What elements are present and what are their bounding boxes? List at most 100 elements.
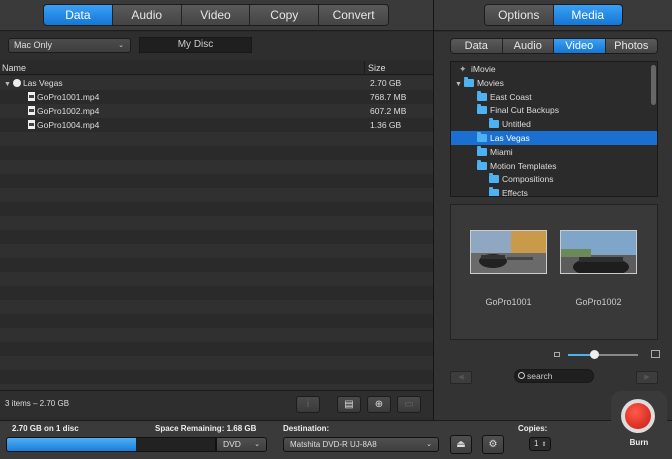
motorcycle-street-image bbox=[471, 231, 546, 273]
media-type-tabs: Data Audio Video Photos bbox=[450, 38, 658, 54]
folder-icon bbox=[477, 90, 487, 101]
gear-icon: ⚙ bbox=[488, 439, 498, 450]
file-list: ▼ Las Vegas 2.70 GB GoPro1001.mp4 768.7 M… bbox=[0, 76, 433, 390]
file-name: Las Vegas bbox=[22, 78, 63, 88]
table-row[interactable]: GoPro1002.mp4 607.2 MB bbox=[0, 104, 433, 118]
media-search-field[interactable]: search bbox=[514, 369, 594, 383]
empty-row bbox=[0, 328, 433, 342]
tree-item-label: iMovie bbox=[471, 64, 496, 74]
motorcycle-highway-image bbox=[561, 231, 636, 273]
next-button[interactable]: ▶ bbox=[636, 371, 658, 384]
new-folder-button[interactable]: ▤ bbox=[337, 396, 361, 413]
chevron-down-icon: ⌄ bbox=[254, 441, 260, 448]
media-tab-data[interactable]: Data bbox=[451, 39, 503, 53]
file-size: 1.36 GB bbox=[370, 120, 402, 130]
copies-value: 1 bbox=[534, 439, 539, 448]
tab-copy[interactable]: Copy bbox=[250, 5, 320, 25]
scrollbar-thumb[interactable] bbox=[651, 65, 656, 105]
folder-icon bbox=[463, 76, 474, 87]
table-row[interactable]: ▼ Las Vegas 2.70 GB bbox=[0, 76, 433, 90]
file-size: 2.70 GB bbox=[370, 78, 402, 88]
eject-button[interactable]: ⏏ bbox=[450, 435, 472, 454]
media-tab-photos[interactable]: Photos bbox=[605, 39, 657, 53]
space-remaining-label: Space Remaining: 1.68 GB bbox=[155, 424, 257, 433]
tree-item-final-cut-backups[interactable]: Final Cut Backups bbox=[451, 103, 657, 117]
video-thumbnail[interactable] bbox=[470, 230, 547, 274]
column-header-size[interactable]: Size bbox=[368, 63, 386, 73]
media-tab-video[interactable]: Video bbox=[554, 39, 606, 53]
file-list-footer: 3 items – 2.70 GB i ▤ ⊕ ▭ bbox=[0, 390, 433, 418]
folder-icon bbox=[477, 145, 487, 156]
empty-row bbox=[0, 342, 433, 356]
remove-file-button[interactable]: ▭ bbox=[397, 396, 421, 413]
tab-audio[interactable]: Audio bbox=[112, 5, 182, 25]
file-size: 768.7 MB bbox=[370, 92, 407, 102]
burn-label: Burn bbox=[629, 438, 649, 447]
column-divider bbox=[364, 61, 365, 75]
tree-item-imovie[interactable]: ✦ iMovie bbox=[451, 62, 657, 76]
file-list-header: Name Size bbox=[0, 61, 433, 75]
disc-type-select[interactable]: DVD ⌄ bbox=[216, 437, 267, 452]
tree-item-untitled[interactable]: Untitled bbox=[451, 117, 657, 131]
small-thumbnail-icon bbox=[554, 352, 560, 357]
file-name: GoPro1004.mp4 bbox=[37, 120, 100, 130]
thumbnail-size-slider[interactable] bbox=[552, 350, 662, 360]
large-thumbnail-icon bbox=[651, 350, 660, 358]
copies-stepper[interactable]: 1 ⇕ bbox=[529, 437, 551, 451]
disc-name-field[interactable]: My Disc bbox=[139, 37, 252, 53]
tab-data[interactable]: Data bbox=[44, 5, 113, 25]
empty-row bbox=[0, 286, 433, 300]
item-count-status: 3 items – 2.70 GB bbox=[5, 399, 70, 408]
empty-row bbox=[0, 356, 433, 370]
tree-item-effects[interactable]: Effects bbox=[451, 186, 657, 196]
disclosure-triangle-icon[interactable]: ▼ bbox=[4, 81, 11, 88]
destination-label: Destination: bbox=[283, 424, 330, 433]
format-select[interactable]: Mac Only ⌄ bbox=[8, 38, 131, 53]
settings-button[interactable]: ⚙ bbox=[482, 435, 504, 454]
tree-item-label: East Coast bbox=[490, 91, 532, 102]
empty-row bbox=[0, 146, 433, 160]
media-preview-grid: GoPro1001 GoPro1002 bbox=[450, 204, 658, 340]
tree-item-las-vegas[interactable]: Las Vegas bbox=[451, 130, 657, 145]
copies-label: Copies: bbox=[518, 424, 548, 433]
empty-row bbox=[0, 230, 433, 244]
file-size: 607.2 MB bbox=[370, 106, 407, 116]
stepper-arrows-icon: ⇕ bbox=[541, 442, 547, 448]
tab-video[interactable]: Video bbox=[181, 5, 251, 25]
table-row[interactable]: GoPro1001.mp4 768.7 MB bbox=[0, 90, 433, 104]
tab-media[interactable]: Media bbox=[553, 5, 622, 25]
table-row[interactable]: GoPro1004.mp4 1.36 GB bbox=[0, 118, 433, 132]
empty-row bbox=[0, 314, 433, 328]
tab-options[interactable]: Options bbox=[485, 5, 554, 25]
destination-select[interactable]: Matshita DVD-R UJ-8A8 ⌄ bbox=[283, 437, 439, 452]
empty-row bbox=[0, 216, 433, 230]
folder-icon bbox=[489, 173, 499, 184]
tree-scrollbar[interactable] bbox=[651, 63, 656, 193]
format-select-value: Mac Only bbox=[14, 40, 53, 50]
top-toolbar: Data Audio Video Copy Convert Options Me… bbox=[0, 0, 672, 31]
info-button[interactable]: i bbox=[296, 396, 320, 413]
slider-knob[interactable] bbox=[590, 350, 599, 359]
tab-convert[interactable]: Convert bbox=[319, 5, 388, 25]
tree-item-label: Motion Templates bbox=[490, 160, 557, 171]
add-file-icon: ⊕ bbox=[374, 399, 384, 410]
media-tab-audio[interactable]: Audio bbox=[502, 39, 554, 53]
tree-item-movies[interactable]: ▼ Movies bbox=[451, 76, 657, 90]
empty-row bbox=[0, 300, 433, 314]
search-icon bbox=[518, 372, 525, 379]
video-thumbnail[interactable] bbox=[560, 230, 637, 274]
previous-button[interactable]: ◀ bbox=[450, 371, 472, 384]
empty-row bbox=[0, 132, 433, 146]
burn-button[interactable]: Burn bbox=[611, 391, 667, 453]
search-placeholder: search bbox=[527, 371, 553, 381]
tree-item-motion-templates[interactable]: Motion Templates bbox=[451, 159, 657, 173]
add-file-button[interactable]: ⊕ bbox=[367, 396, 391, 413]
main-tab-bar: Data Audio Video Copy Convert bbox=[43, 4, 389, 26]
tree-item-miami[interactable]: Miami bbox=[451, 145, 657, 159]
tree-item-east-coast[interactable]: East Coast bbox=[451, 90, 657, 104]
side-tab-bar: Options Media bbox=[484, 4, 623, 26]
disc-folder-icon bbox=[12, 79, 21, 87]
column-header-name[interactable]: Name bbox=[2, 63, 26, 73]
tree-item-compositions[interactable]: Compositions bbox=[451, 172, 657, 186]
disclosure-triangle-icon[interactable]: ▼ bbox=[455, 81, 462, 88]
